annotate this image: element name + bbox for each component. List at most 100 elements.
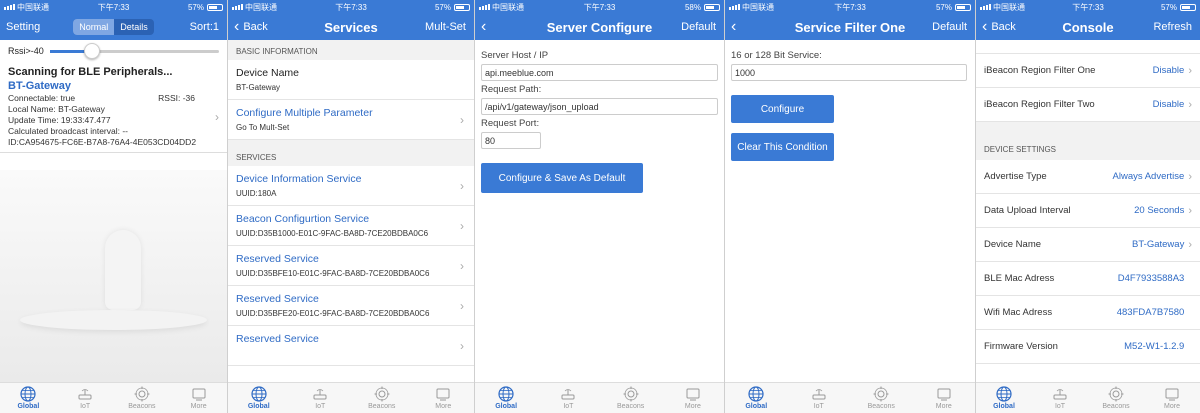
configure-multiple-row[interactable]: Configure Multiple Parameter Go To Mult-… bbox=[228, 100, 474, 140]
chevron-left-icon: ‹ bbox=[234, 18, 240, 35]
setting-row[interactable]: Data Upload Interval 20 Seconds › bbox=[976, 194, 1200, 228]
sort-button[interactable]: Sort:1 bbox=[190, 21, 227, 33]
service-row[interactable]: Beacon Configurtion Service UUID:D35B1000… bbox=[228, 206, 474, 246]
setting-label: iBeacon Region Filter Two bbox=[984, 99, 1095, 110]
back-button[interactable]: ‹ Back bbox=[976, 19, 1016, 35]
tab-iot[interactable]: IoT bbox=[1032, 383, 1088, 413]
globe-icon bbox=[498, 386, 514, 402]
mult-set-button[interactable]: Mult-Set bbox=[425, 21, 474, 33]
tab-global[interactable]: Global bbox=[475, 383, 537, 413]
back-button[interactable]: ‹ Back bbox=[228, 19, 268, 35]
service-title: Reserved Service bbox=[236, 333, 319, 345]
setting-label: Firmware Version bbox=[984, 341, 1058, 352]
service-uuid-input[interactable]: 1000 bbox=[731, 64, 967, 81]
device-settings-rows: Advertise Type Always Advertise › Data Uplo… bbox=[976, 160, 1200, 364]
filter-rows: iBeacon Region Filter One Disable › iBeacon… bbox=[976, 54, 1200, 122]
back-button[interactable]: ‹ bbox=[725, 19, 736, 35]
crosshair-icon bbox=[374, 386, 390, 402]
tab-beacons[interactable]: Beacons bbox=[114, 383, 171, 413]
setting-label: Wifi Mac Adress bbox=[984, 307, 1053, 318]
tab-bar: Global IoT Beacons More bbox=[475, 382, 724, 413]
battery-icon bbox=[704, 3, 720, 11]
battery-percent: 57% bbox=[1160, 2, 1177, 12]
tab-label: IoT bbox=[563, 403, 574, 410]
default-button[interactable]: Default bbox=[681, 21, 724, 33]
service-row[interactable]: Device Information Service UUID:180A › bbox=[228, 166, 474, 206]
rssi-slider-knob[interactable] bbox=[84, 42, 101, 59]
segment-details[interactable]: Details bbox=[114, 19, 154, 35]
monitor-icon bbox=[1164, 386, 1180, 402]
configure-save-button[interactable]: Configure & Save As Default bbox=[481, 163, 643, 193]
server-configure-screen: 中国联通 下午7:33 58% ‹ Server Configure Defau… bbox=[475, 0, 724, 413]
back-label: Back bbox=[243, 21, 268, 33]
configure-multiple-title: Configure Multiple Parameter bbox=[236, 107, 373, 119]
port-label: Request Port: bbox=[481, 118, 540, 129]
tab-beacons[interactable]: Beacons bbox=[351, 383, 413, 413]
setting-row[interactable]: Device Name BT-Gateway › bbox=[976, 228, 1200, 262]
segment-normal[interactable]: Normal bbox=[73, 19, 115, 35]
chevron-right-icon: › bbox=[215, 110, 219, 124]
refresh-button[interactable]: Refresh bbox=[1153, 21, 1200, 33]
chevron-right-icon: › bbox=[1188, 98, 1192, 111]
tab-beacons[interactable]: Beacons bbox=[1088, 383, 1144, 413]
path-input[interactable]: /api/v1/gateway/json_upload bbox=[481, 98, 718, 115]
setting-button[interactable]: Setting bbox=[0, 21, 40, 33]
tab-iot[interactable]: IoT bbox=[290, 383, 352, 413]
tab-label: IoT bbox=[315, 403, 326, 410]
tab-label: Global bbox=[17, 403, 40, 410]
service-row[interactable]: Reserved Service UUID:D35BFE10-E01C-9FAC-… bbox=[228, 246, 474, 286]
setting-value: BT-Gateway bbox=[1132, 239, 1185, 250]
setting-row[interactable]: Advertise Type Always Advertise › bbox=[976, 160, 1200, 194]
rssi-slider[interactable] bbox=[49, 42, 219, 59]
table-decoration bbox=[20, 310, 207, 330]
host-input[interactable]: api.meeblue.com bbox=[481, 64, 718, 81]
router-icon bbox=[560, 386, 576, 402]
crosshair-icon bbox=[873, 386, 889, 402]
configure-button[interactable]: Configure bbox=[731, 95, 834, 123]
setting-label: BLE Mac Adress bbox=[984, 273, 1055, 284]
tab-more[interactable]: More bbox=[170, 383, 227, 413]
chevron-left-icon: ‹ bbox=[731, 18, 737, 35]
port-input[interactable]: 80 bbox=[481, 132, 541, 149]
view-mode-segmented: Normal Details bbox=[73, 19, 154, 35]
tab-global[interactable]: Global bbox=[976, 383, 1032, 413]
tab-global[interactable]: Global bbox=[228, 383, 290, 413]
console-screen: 中国联通 下午7:33 57% ‹ Back Console Refresh iB… bbox=[976, 0, 1200, 413]
device-card[interactable]: BT-Gateway Connectable: true RSSI: -36 Lo… bbox=[0, 80, 227, 153]
monitor-icon bbox=[191, 386, 207, 402]
back-button[interactable]: ‹ bbox=[475, 19, 486, 35]
battery-percent: 57% bbox=[434, 2, 451, 12]
tab-beacons[interactable]: Beacons bbox=[600, 383, 662, 413]
default-button[interactable]: Default bbox=[932, 21, 975, 33]
setting-label: Advertise Type bbox=[984, 171, 1047, 182]
setting-value: 20 Seconds bbox=[1134, 205, 1185, 216]
setting-label: Device Name bbox=[984, 239, 1042, 250]
service-row[interactable]: Reserved Service › bbox=[228, 326, 474, 366]
tab-more[interactable]: More bbox=[662, 383, 724, 413]
clear-condition-button[interactable]: Clear This Condition bbox=[731, 133, 834, 161]
tab-global[interactable]: Global bbox=[725, 383, 788, 413]
tab-iot[interactable]: IoT bbox=[537, 383, 599, 413]
setting-value: Disable bbox=[1152, 65, 1185, 76]
setting-row[interactable]: iBeacon Region Filter One Disable › bbox=[976, 54, 1200, 88]
tab-more[interactable]: More bbox=[413, 383, 475, 413]
tab-iot[interactable]: IoT bbox=[57, 383, 114, 413]
tab-iot[interactable]: IoT bbox=[788, 383, 851, 413]
service-row[interactable]: Reserved Service UUID:D35BFE20-E01C-9FAC-… bbox=[228, 286, 474, 326]
tab-global[interactable]: Global bbox=[0, 383, 57, 413]
setting-value: Disable bbox=[1152, 99, 1185, 110]
tab-beacons[interactable]: Beacons bbox=[850, 383, 913, 413]
setting-row[interactable]: iBeacon Region Filter Two Disable › bbox=[976, 88, 1200, 122]
carrier-label: 中国联通 bbox=[17, 2, 49, 12]
carrier-label: 中国联通 bbox=[993, 2, 1025, 12]
tab-label: Beacons bbox=[617, 403, 645, 410]
rssi-label: Rssi>-40 bbox=[8, 46, 44, 56]
tab-label: Global bbox=[495, 403, 518, 410]
nav-bar: ‹ Server Configure Default bbox=[475, 14, 724, 40]
globe-icon bbox=[20, 386, 36, 402]
tab-label: Beacons bbox=[128, 403, 156, 410]
server-form: Server Host / IP api.meeblue.com Request… bbox=[475, 40, 724, 201]
tab-more[interactable]: More bbox=[1144, 383, 1200, 413]
tab-more[interactable]: More bbox=[913, 383, 976, 413]
setting-value: Always Advertise bbox=[1112, 171, 1185, 182]
